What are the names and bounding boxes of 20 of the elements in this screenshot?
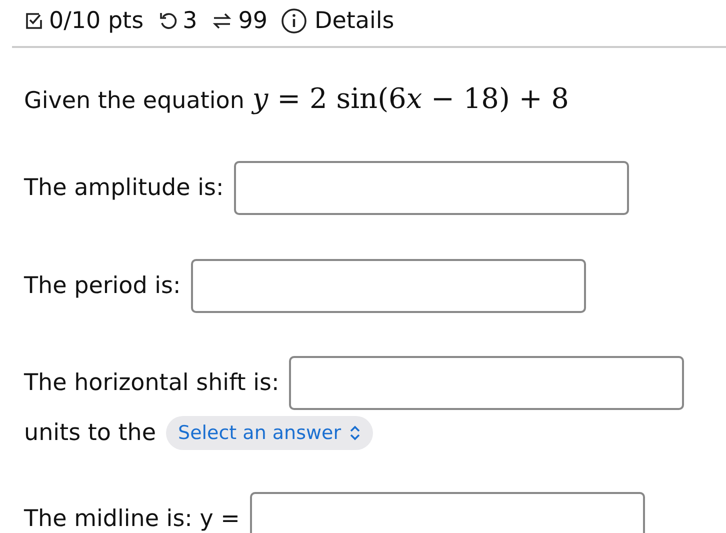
answer-field[interactable]	[234, 161, 629, 215]
info-icon	[281, 8, 308, 34]
field-label: The period is:	[24, 273, 181, 299]
field-label: units to the	[24, 420, 156, 446]
answer-dropdown[interactable]: Select an answer	[166, 416, 374, 450]
question-text: Given the equation	[24, 88, 244, 114]
checkbox-icon	[24, 11, 44, 31]
chevron-updown-icon	[349, 425, 362, 441]
attempts-count: 3	[182, 8, 198, 34]
field-label: The amplitude is:	[24, 175, 224, 201]
details-button[interactable]: Details	[281, 8, 394, 34]
retry-icon	[158, 11, 178, 31]
field-label: The horizontal shift is:	[24, 370, 280, 396]
score-text: 0/10 pts	[49, 8, 144, 34]
submissions-count: 99	[238, 8, 268, 34]
equation: y = 2 sin(6x − 18) + 8	[252, 82, 569, 115]
answer-field[interactable]	[190, 259, 586, 313]
answer-field[interactable]	[250, 492, 645, 533]
answer-field[interactable]	[289, 356, 684, 410]
field-label: The midline is: y =	[24, 506, 240, 532]
